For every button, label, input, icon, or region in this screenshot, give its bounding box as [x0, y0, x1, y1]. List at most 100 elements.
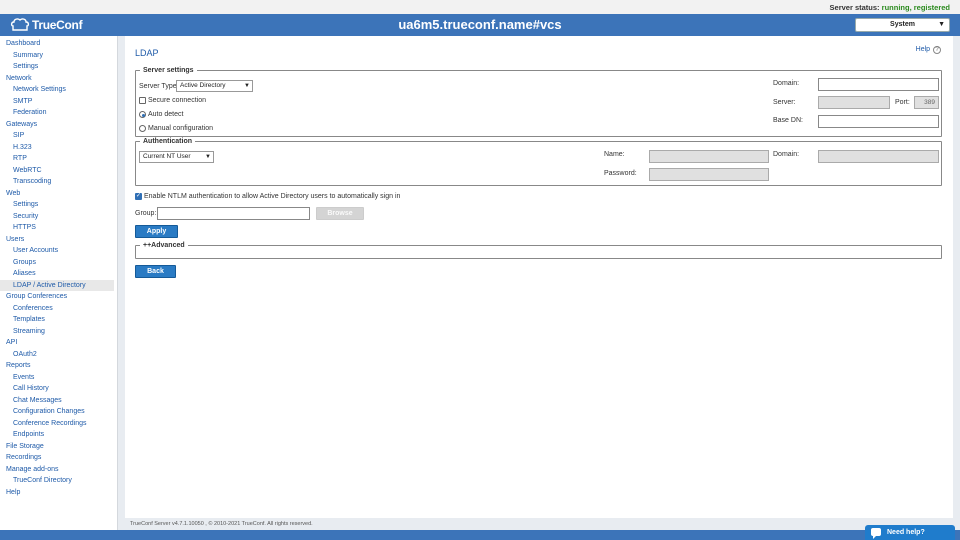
trueconf-logo[interactable]: TrueConf [10, 17, 83, 33]
sidebar-item-https[interactable]: HTTPS [0, 222, 117, 234]
top-header: TrueConf ua6m5.trueconf.name#vcs System … [0, 14, 960, 36]
base-dn-label: Base DN: [773, 117, 803, 124]
sidebar-item-settings[interactable]: Settings [0, 199, 117, 211]
auth-name-label: Name: [604, 151, 625, 158]
sidebar-item-manage-add-ons[interactable]: Manage add-ons [0, 464, 117, 476]
sidebar-item-trueconf-directory[interactable]: TrueConf Directory [0, 475, 117, 487]
sidebar-nav: Dashboard Summary Settings Network Network S… [0, 36, 118, 530]
sidebar-item-conferences[interactable]: Conferences [0, 303, 117, 315]
server-type-label: Server Type: [139, 83, 179, 90]
chevron-down-icon: ▼ [244, 83, 250, 89]
sidebar-item-rtp[interactable]: RTP [0, 153, 117, 165]
chevron-down-icon: ▼ [205, 154, 211, 160]
sidebar-item-configuration-changes[interactable]: Configuration Changes [0, 406, 117, 418]
server-status-label: Server status: [829, 3, 880, 12]
auto-detect-radio[interactable] [139, 111, 146, 118]
sidebar-item-gateways[interactable]: Gateways [0, 119, 117, 131]
sidebar-item-sip[interactable]: SIP [0, 130, 117, 142]
sidebar-item-h-323[interactable]: H.323 [0, 142, 117, 154]
sidebar-item-network-settings[interactable]: Network Settings [0, 84, 117, 96]
sidebar-item-call-history[interactable]: Call History [0, 383, 117, 395]
sidebar-item-transcoding[interactable]: Transcoding [0, 176, 117, 188]
port-label: Port: [895, 99, 910, 106]
server-type-value: Active Directory [180, 82, 226, 89]
advanced-legend[interactable]: ++Advanced [140, 242, 188, 249]
server-type-select[interactable]: Active Directory ▼ [176, 80, 253, 92]
sidebar-item-web[interactable]: Web [0, 188, 117, 200]
sidebar-item-users[interactable]: Users [0, 234, 117, 246]
need-help-button[interactable]: Need help? [865, 525, 955, 540]
manual-config-radio[interactable] [139, 125, 146, 132]
sidebar-item-security[interactable]: Security [0, 211, 117, 223]
sidebar-item-chat-messages[interactable]: Chat Messages [0, 395, 117, 407]
server-label: Server: [773, 99, 796, 106]
auth-password-label: Password: [604, 170, 637, 177]
sidebar-item-api[interactable]: API [0, 337, 117, 349]
logo-text: TrueConf [32, 18, 83, 32]
sidebar-item-templates[interactable]: Templates [0, 314, 117, 326]
trueconf-logo-icon [10, 18, 30, 31]
system-select[interactable]: System ▼ [855, 18, 950, 32]
sidebar-item-dashboard[interactable]: Dashboard [0, 38, 117, 50]
sidebar-item-groups[interactable]: Groups [0, 257, 117, 269]
chat-bubble-icon [871, 528, 881, 539]
sidebar-item-recordings[interactable]: Recordings [0, 452, 117, 464]
server-hostname: ua6m5.trueconf.name#vcs [398, 17, 562, 32]
footer-copyright: TrueConf Server v4.7.1.10050 , © 2010-20… [130, 521, 313, 527]
auth-domain-input[interactable] [818, 150, 939, 163]
secure-connection-label: Secure connection [148, 97, 206, 104]
sidebar-item-reports[interactable]: Reports [0, 360, 117, 372]
group-label: Group: [135, 210, 157, 217]
sidebar-item-streaming[interactable]: Streaming [0, 326, 117, 338]
authentication-legend: Authentication [143, 138, 192, 145]
sidebar-item-conference-recordings[interactable]: Conference Recordings [0, 418, 117, 430]
sidebar-item-smtp[interactable]: SMTP [0, 96, 117, 108]
help-link[interactable]: Help ? [916, 46, 941, 54]
secure-connection-checkbox[interactable] [139, 97, 146, 104]
sidebar-item-user-accounts[interactable]: User Accounts [0, 245, 117, 257]
sidebar-item-help[interactable]: Help [0, 487, 117, 499]
ntlm-checkbox[interactable] [135, 192, 142, 200]
apply-button[interactable]: Apply [135, 225, 178, 238]
help-link-label: Help [915, 46, 931, 53]
sidebar-item-ldap-active-directory[interactable]: LDAP / Active Directory [0, 279, 114, 291]
sidebar-item-group-conferences[interactable]: Group Conferences [0, 291, 117, 303]
server-status-value: running, registered [881, 3, 950, 12]
auth-name-input[interactable] [649, 150, 769, 163]
browse-button[interactable]: Browse [316, 207, 364, 220]
sidebar-item-network[interactable]: Network [0, 73, 117, 85]
system-select-value: System [890, 21, 915, 28]
manual-config-label: Manual configuration [148, 125, 213, 132]
sidebar-item-aliases[interactable]: Aliases [0, 268, 117, 280]
question-icon: ? [933, 46, 941, 54]
auto-detect-label: Auto detect [148, 111, 184, 118]
auth-mode-select[interactable]: Current NT User ▼ [139, 151, 214, 163]
server-input[interactable] [818, 96, 890, 109]
server-settings-legend: Server settings [143, 67, 194, 74]
sidebar-item-summary[interactable]: Summary [0, 50, 117, 62]
advanced-fieldset[interactable]: ++Advanced [135, 242, 942, 259]
sidebar-item-oauth2[interactable]: OAuth2 [0, 349, 117, 361]
domain-label: Domain: [773, 80, 800, 87]
sidebar-item-settings[interactable]: Settings [0, 61, 117, 73]
auth-password-input[interactable] [649, 168, 769, 181]
dropdown-arrow-icon: ▼ [938, 21, 945, 28]
base-dn-input[interactable] [818, 115, 939, 128]
auth-domain-label: Domain: [773, 151, 800, 158]
main-content: LDAP Help ? Server settings Server Type:… [125, 36, 953, 518]
group-input[interactable] [157, 207, 310, 220]
need-help-label: Need help? [887, 529, 925, 536]
back-button[interactable]: Back [135, 265, 176, 278]
server-status-bar: Server status: running, registered [0, 0, 960, 14]
ntlm-label: Enable NTLM authentication to allow Acti… [144, 193, 401, 200]
port-input[interactable]: 389 [914, 96, 939, 109]
sidebar-item-endpoints[interactable]: Endpoints [0, 429, 117, 441]
sidebar-item-federation[interactable]: Federation [0, 107, 117, 119]
sidebar-item-file-storage[interactable]: File Storage [0, 441, 117, 453]
page-title: LDAP [135, 48, 159, 58]
sidebar-item-events[interactable]: Events [0, 372, 117, 384]
sidebar-item-webrtc[interactable]: WebRTC [0, 165, 117, 177]
auth-mode-value: Current NT User [143, 153, 191, 160]
bottom-bar [0, 530, 960, 540]
domain-input[interactable] [818, 78, 939, 91]
